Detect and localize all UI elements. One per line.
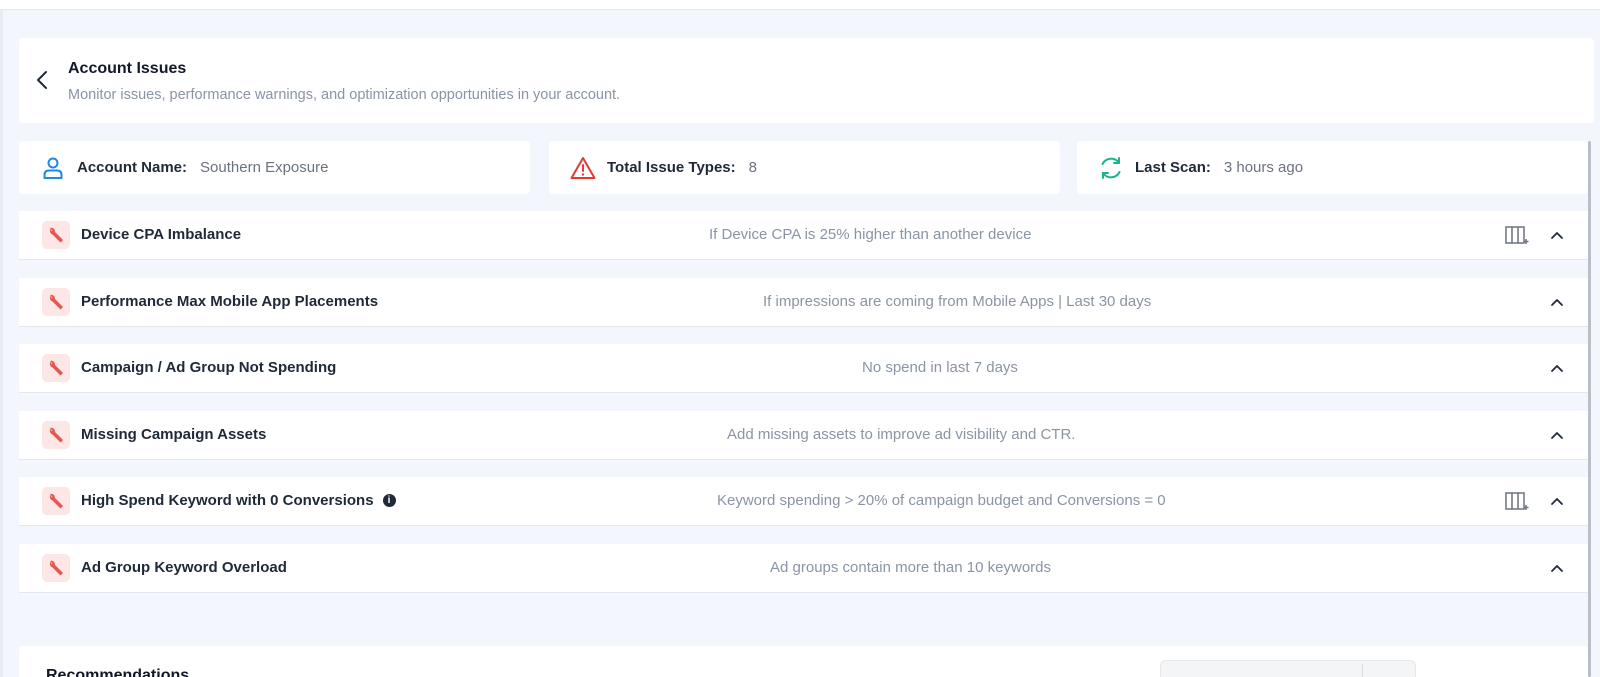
- info-icon[interactable]: i: [382, 494, 396, 507]
- collapse-button[interactable]: [1547, 558, 1567, 578]
- issue-description: No spend in last 7 days: [862, 359, 1018, 376]
- warning-triangle-icon: [570, 155, 596, 181]
- collapse-button[interactable]: [1547, 292, 1567, 312]
- wrench-icon: [42, 288, 70, 316]
- issue-row[interactable]: Missing Campaign Assets Add missing asse…: [19, 411, 1588, 460]
- back-button[interactable]: [33, 68, 51, 92]
- issue-row[interactable]: Campaign / Ad Group Not Spending No spen…: [19, 344, 1588, 393]
- issue-row[interactable]: Device CPA Imbalance If Device CPA is 25…: [19, 211, 1588, 260]
- issue-description: Keyword spending > 20% of campaign budge…: [717, 492, 1166, 509]
- collapse-button[interactable]: [1547, 358, 1567, 378]
- wrench-icon: [42, 354, 70, 382]
- total-issue-types-label: Total Issue Types:: [607, 159, 736, 176]
- page-subtitle: Monitor issues, performance warnings, an…: [68, 87, 621, 103]
- issue-title: High Spend Keyword with 0 Conversions i: [81, 492, 396, 509]
- last-scan-label: Last Scan:: [1135, 159, 1211, 176]
- issue-row[interactable]: High Spend Keyword with 0 Conversions i …: [19, 477, 1588, 526]
- issue-title: Missing Campaign Assets: [81, 426, 267, 443]
- chevron-left-icon: [37, 71, 47, 89]
- last-scan-value: 3 hours ago: [1223, 159, 1304, 176]
- wrench-icon: [42, 421, 70, 449]
- columns-icon: [1505, 492, 1529, 510]
- header-card: [19, 38, 1594, 123]
- total-issue-types-value: 8: [748, 159, 757, 176]
- recommendations-filter[interactable]: [1160, 660, 1416, 677]
- collapse-button[interactable]: [1547, 425, 1567, 445]
- user-icon: [40, 155, 66, 181]
- account-name-value: Southern Exposure: [200, 159, 329, 176]
- chevron-up-icon: [1551, 299, 1563, 306]
- page-title: Account Issues: [68, 60, 187, 77]
- total-issue-types-card: Total Issue Types: 8: [549, 141, 1060, 194]
- columns-button[interactable]: [1505, 490, 1529, 512]
- wrench-icon: [42, 221, 70, 249]
- account-name-card: Account Name: Southern Exposure: [19, 141, 530, 194]
- wrench-icon: [42, 487, 70, 515]
- collapse-button[interactable]: [1547, 491, 1567, 511]
- issue-description: Ad groups contain more than 10 keywords: [770, 559, 1051, 576]
- issue-title: Ad Group Keyword Overload: [81, 559, 287, 576]
- top-bar: [0, 0, 1600, 10]
- chevron-up-icon: [1551, 365, 1563, 372]
- chevron-up-icon: [1551, 232, 1563, 239]
- issue-row[interactable]: Performance Max Mobile App Placements If…: [19, 278, 1588, 327]
- issue-description: Add missing assets to improve ad visibil…: [727, 426, 1076, 443]
- issue-description: If Device CPA is 25% higher than another…: [709, 226, 1032, 243]
- issue-title: Device CPA Imbalance: [81, 226, 242, 243]
- wrench-icon: [42, 554, 70, 582]
- divider: [1362, 664, 1363, 677]
- refresh-icon: [1098, 155, 1124, 181]
- collapse-button[interactable]: [1547, 225, 1567, 245]
- issue-title: Campaign / Ad Group Not Spending: [81, 359, 337, 376]
- columns-icon: [1505, 226, 1529, 244]
- issue-row[interactable]: Ad Group Keyword Overload Ad groups cont…: [19, 544, 1588, 593]
- account-name-label: Account Name:: [77, 159, 188, 176]
- issue-description: If impressions are coming from Mobile Ap…: [763, 293, 1152, 310]
- chevron-up-icon: [1551, 565, 1563, 572]
- left-rail: [0, 10, 3, 677]
- scrollbar[interactable]: [1588, 141, 1591, 677]
- last-scan-card: Last Scan: 3 hours ago: [1077, 141, 1588, 194]
- columns-button[interactable]: [1505, 224, 1529, 246]
- recommendations-title: Recommendations: [46, 667, 190, 677]
- chevron-up-icon: [1551, 432, 1563, 439]
- issue-title: Performance Max Mobile App Placements: [81, 293, 379, 310]
- chevron-up-icon: [1551, 498, 1563, 505]
